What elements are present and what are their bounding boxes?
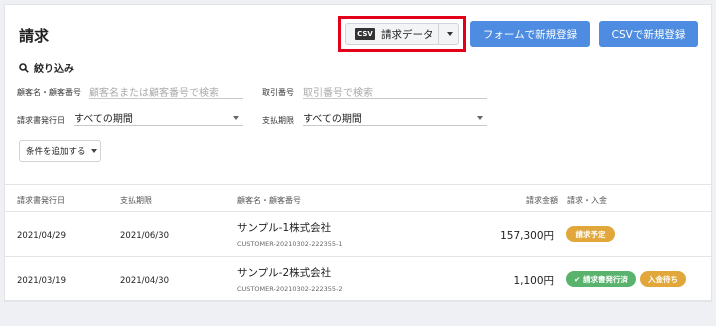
row-due-date: 2021/06/30: [120, 231, 169, 241]
issue-date-select-value: すべての期間: [74, 114, 133, 125]
row-customer-name[interactable]: サンプル-2株式会社: [237, 265, 331, 280]
status-badge: 入金待ち: [640, 271, 686, 287]
filter-heading-label: 絞り込み: [34, 64, 74, 75]
csv-data-label: 請求データ: [381, 28, 434, 41]
csv-register-button[interactable]: CSVで新規登録: [599, 21, 698, 47]
csv-icon: CSV: [355, 28, 375, 40]
table-row[interactable]: 2021/03/19 2021/04/30 サンプル-2株式会社 CUSTOME…: [4, 257, 712, 302]
header-due-date: 支払期限: [120, 196, 152, 205]
customer-filter-label: 顧客名・顧客番号: [17, 88, 81, 97]
chevron-down-icon: [477, 116, 483, 120]
row-amount: 1,100円: [513, 275, 554, 287]
table-row[interactable]: 2021/04/29 2021/06/30 サンプル-1株式会社 CUSTOME…: [4, 212, 712, 257]
row-issue-date: 2021/04/29: [17, 231, 66, 241]
trade-number-label: 取引番号: [262, 88, 294, 97]
status-badge: 請求予定: [566, 226, 615, 242]
search-icon: [19, 62, 29, 73]
filter-heading: 絞り込み: [19, 60, 74, 75]
header-issue-date: 請求書発行日: [17, 196, 65, 205]
invoice-table: 請求書発行日 支払期限 顧客名・顧客番号 請求金額 請求・入金 2021/04/…: [4, 184, 712, 302]
add-condition-button[interactable]: 条件を追加する: [19, 140, 101, 162]
chevron-down-icon: [233, 116, 239, 120]
page-title: 請求: [19, 27, 50, 45]
header-status: 請求・入金: [567, 196, 607, 205]
chevron-down-icon[interactable]: [447, 32, 453, 36]
due-date-select[interactable]: すべての期間: [303, 108, 487, 126]
form-register-button[interactable]: フォームで新規登録: [470, 21, 590, 47]
header-customer: 顧客名・顧客番号: [237, 196, 301, 205]
issue-date-select[interactable]: すべての期間: [74, 108, 243, 126]
status-badge: ✔ 請求書発行済: [566, 271, 636, 287]
add-condition-label: 条件を追加する: [26, 147, 86, 157]
row-customer-code: CUSTOMER-20210302-222355-1: [237, 240, 343, 248]
trade-number-input[interactable]: 取引番号で検索: [303, 81, 487, 99]
row-issue-date: 2021/03/19: [17, 276, 66, 286]
due-date-filter-label: 支払期限: [262, 116, 294, 125]
row-amount: 157,300円: [500, 230, 554, 242]
csv-highlight-frame: CSV 請求データ: [338, 16, 466, 52]
chevron-down-icon: [90, 149, 97, 153]
row-customer-name[interactable]: サンプル-1株式会社: [237, 220, 331, 235]
header-amount: 請求金額: [526, 196, 558, 205]
issue-date-filter-label: 請求書発行日: [17, 116, 65, 125]
row-due-date: 2021/04/30: [120, 276, 169, 286]
table-header: 請求書発行日 支払期限 顧客名・顧客番号 請求金額 請求・入金: [4, 184, 712, 212]
csv-button-divider: [438, 24, 439, 44]
due-date-select-value: すべての期間: [303, 114, 362, 125]
customer-search-input[interactable]: 顧客名または顧客番号で検索: [89, 81, 243, 99]
row-customer-code: CUSTOMER-20210302-222355-2: [237, 285, 343, 293]
csv-data-dropdown-button[interactable]: CSV 請求データ: [345, 23, 459, 45]
